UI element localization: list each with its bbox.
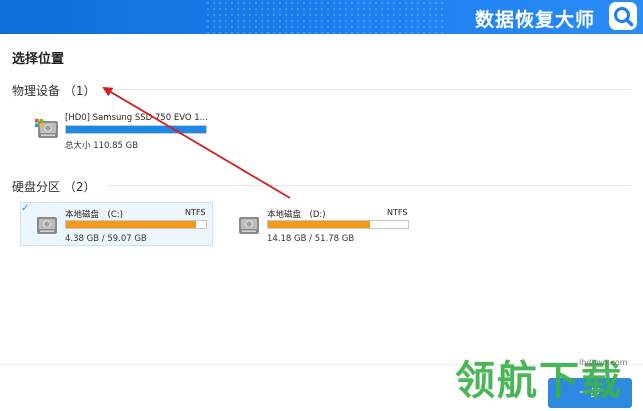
window: { "header": { "app_title": "数据恢复大师", "lo… (0, 0, 643, 411)
watermark-url: lhdown.com (579, 358, 628, 367)
watermark-logo: 领航下载 (455, 358, 623, 404)
